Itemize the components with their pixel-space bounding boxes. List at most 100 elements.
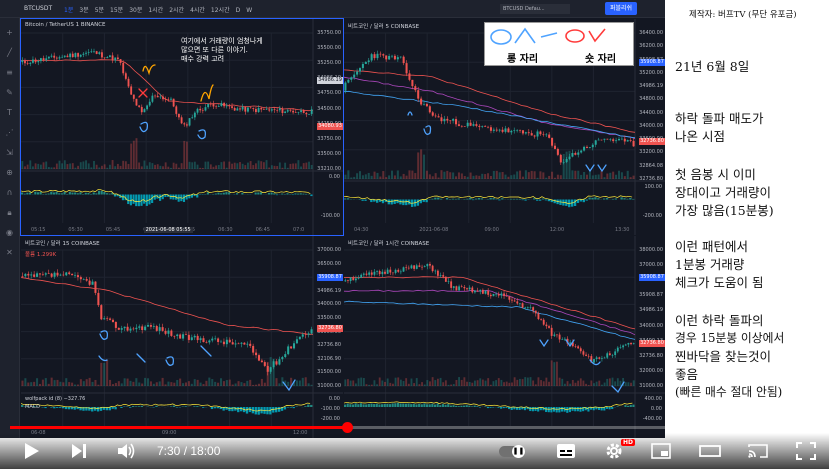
symbol-search[interactable]: BTCUSDT bbox=[24, 5, 52, 12]
volume-bar bbox=[487, 173, 490, 179]
brush-icon[interactable]: ✎ bbox=[5, 88, 15, 98]
candle-body bbox=[149, 325, 152, 327]
theater-button[interactable] bbox=[699, 441, 721, 461]
play-button[interactable] bbox=[20, 441, 42, 461]
volume-bar bbox=[513, 174, 516, 179]
miniplayer-button[interactable] bbox=[650, 441, 672, 461]
fib-icon[interactable]: ≡ bbox=[5, 68, 15, 78]
trash-icon[interactable]: ✕ bbox=[5, 248, 15, 258]
publish-button[interactable]: 퍼블리쉬 bbox=[605, 2, 637, 15]
timeframe-3분[interactable]: 3분 bbox=[79, 7, 88, 14]
indicator-bar bbox=[135, 194, 138, 207]
timeframe-selector[interactable]: 1분 3분 5분 15분 30분 1시간 2시간 4시간 12시간 D W bbox=[64, 5, 258, 14]
indicator-bar bbox=[137, 194, 140, 207]
indicator-bar bbox=[426, 404, 429, 407]
trendline-icon[interactable]: ╱ bbox=[5, 48, 15, 58]
symbol-field-2[interactable]: BTCUSD Defau... bbox=[500, 4, 570, 14]
volume-bar bbox=[472, 175, 475, 179]
scrubber-handle[interactable] bbox=[342, 422, 353, 433]
volume-bar bbox=[442, 382, 445, 386]
volume-bar bbox=[612, 171, 615, 179]
chart-pane-1m[interactable]: Bitcoin / TetherUS 1 BINANCE 여기에서 거래량이 엄… bbox=[20, 18, 344, 236]
timeframe-1시간[interactable]: 1시간 bbox=[148, 7, 163, 14]
candle-body bbox=[114, 57, 117, 61]
indicator-bar bbox=[137, 406, 141, 407]
time-label: 07:0 bbox=[293, 227, 305, 233]
volume-bar bbox=[217, 164, 220, 169]
cast-button[interactable] bbox=[747, 441, 769, 461]
candle-body bbox=[141, 326, 144, 330]
candle-body bbox=[609, 139, 612, 140]
text-icon[interactable]: T bbox=[5, 108, 15, 118]
pattern-icon[interactable]: ⋰ bbox=[5, 128, 15, 138]
timeframe-W[interactable]: W bbox=[246, 7, 252, 14]
volume-bar bbox=[37, 163, 40, 169]
candle-body bbox=[399, 271, 402, 273]
volume-bar bbox=[431, 176, 434, 179]
volume-bar bbox=[579, 378, 582, 386]
chart-pane-15m[interactable]: 비트코인 / 달러 15 COINBASE 볼륨 1.299K 37000.00… bbox=[21, 236, 343, 438]
candle-body bbox=[442, 275, 445, 277]
volume-bar bbox=[418, 384, 421, 386]
progress-bar[interactable] bbox=[10, 422, 819, 433]
volume-button[interactable] bbox=[115, 441, 137, 461]
timeframe-D[interactable]: D bbox=[236, 7, 241, 14]
candle-body bbox=[405, 267, 408, 268]
candle-body bbox=[594, 140, 597, 145]
indicator-bar bbox=[402, 199, 405, 206]
next-button[interactable] bbox=[68, 441, 90, 461]
indicator-bar bbox=[404, 403, 407, 407]
note-date: 21년 6월 8일 bbox=[675, 59, 750, 74]
tv-toolbar: BTCUSDT 1분 3분 5분 15분 30분 1시간 2시간 4시간 12시간 D W BTCU… bbox=[0, 0, 665, 18]
subtitles-button[interactable] bbox=[555, 441, 577, 461]
indicator-bar bbox=[381, 404, 384, 407]
indicator-bar bbox=[378, 404, 381, 407]
tradingview-app: BTCUSDT 1분 3분 5분 15분 30분 1시간 2시간 4시간 12시간 D W BTCU… bbox=[0, 0, 665, 438]
candle-body bbox=[501, 129, 504, 132]
indicator-bar bbox=[469, 197, 472, 200]
candle-body bbox=[455, 119, 458, 125]
video-frame[interactable]: BTCUSDT 1분 3분 5분 15분 30분 1시간 2시간 4시간 12시간 D W BTCU… bbox=[0, 0, 829, 469]
indicator-bar bbox=[416, 199, 420, 206]
fullscreen-icon bbox=[796, 442, 816, 460]
candle-body bbox=[457, 124, 460, 126]
volume-bar bbox=[417, 152, 420, 179]
volume-bar bbox=[379, 176, 382, 179]
volume-bar bbox=[278, 383, 281, 386]
indicator-bar bbox=[436, 403, 439, 407]
magnet-icon[interactable]: ∩ bbox=[5, 188, 15, 198]
volume-bar bbox=[204, 161, 207, 169]
timeframe-4시간[interactable]: 4시간 bbox=[190, 7, 205, 14]
timeframe-12시간[interactable]: 12시간 bbox=[211, 7, 230, 14]
timeframe-15분[interactable]: 15분 bbox=[110, 7, 123, 14]
autoplay-toggle[interactable]: ❚❚ bbox=[499, 445, 525, 458]
note-line: (빠른 매수 절대 안됨) bbox=[675, 385, 783, 399]
chart-pane-1h[interactable]: 비트코인 / 달러 1시간 COINBASE 38000.00 37000.00 3… bbox=[344, 236, 665, 438]
indicator-bar bbox=[468, 405, 471, 407]
zoom-icon[interactable]: ⊕ bbox=[5, 168, 15, 178]
candlestick-chart-15m[interactable] bbox=[21, 236, 343, 438]
measure-icon[interactable]: ⇲ bbox=[5, 148, 15, 158]
eye-icon[interactable]: ◉ bbox=[5, 228, 15, 238]
volume-bar bbox=[524, 377, 527, 386]
timeframe-1분[interactable]: 1분 bbox=[64, 7, 73, 14]
candle-body bbox=[42, 58, 45, 61]
candle-body bbox=[585, 354, 587, 356]
timeframe-5분[interactable]: 5분 bbox=[95, 7, 104, 14]
cast-icon bbox=[748, 444, 768, 458]
timeframe-30분[interactable]: 30분 bbox=[129, 7, 142, 14]
volume-bar bbox=[205, 380, 208, 386]
candle-body bbox=[120, 328, 123, 330]
price-label: 34000.00 bbox=[639, 322, 663, 329]
timeframe-2시간[interactable]: 2시간 bbox=[169, 7, 184, 14]
candle-body bbox=[29, 62, 32, 64]
fullscreen-button[interactable] bbox=[795, 441, 817, 461]
candle-body bbox=[284, 111, 287, 114]
candlestick-chart-1h[interactable] bbox=[344, 236, 665, 438]
lock-icon[interactable]: 🔒︎ bbox=[5, 208, 15, 218]
price-label: 34986.19 bbox=[639, 83, 663, 90]
indicator-bar bbox=[68, 191, 71, 195]
volume-bar bbox=[24, 378, 27, 386]
crosshair-icon[interactable]: + bbox=[5, 28, 15, 38]
indicator-bar bbox=[220, 193, 223, 195]
